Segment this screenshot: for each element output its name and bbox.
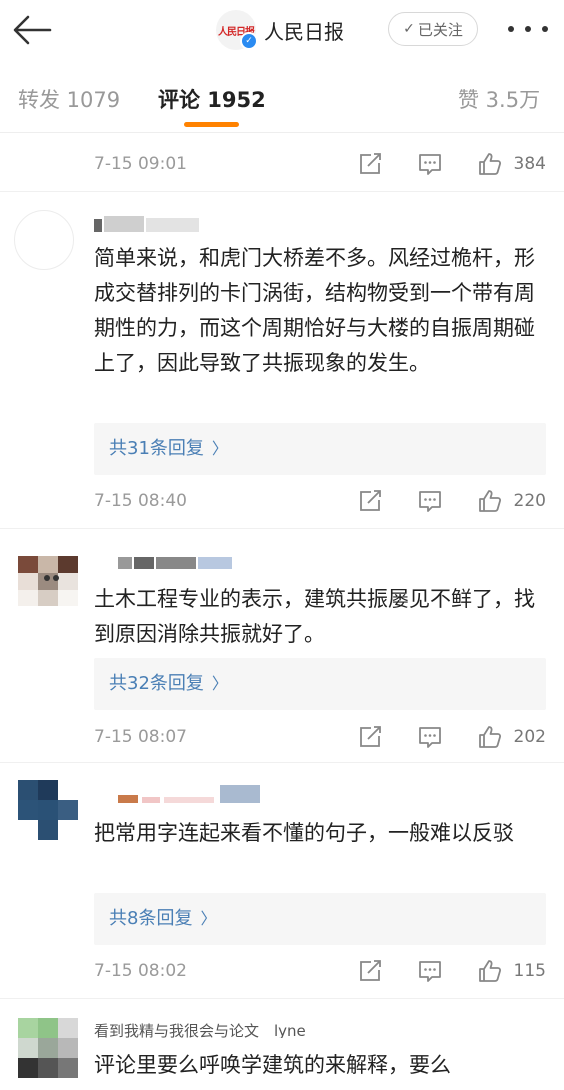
comment-text: 土木工程专业的表示，建筑共振屡见不鲜了，找到原因消除共振就好了。 (94, 587, 535, 646)
like-count: 115 (513, 961, 546, 981)
comment-icon[interactable] (417, 958, 443, 984)
share-icon[interactable] (357, 151, 383, 177)
divider (0, 762, 564, 763)
account-avatar[interactable]: 人民日报 ✓ (216, 10, 258, 50)
comment-icon[interactable] (417, 151, 443, 177)
top-bar: 人民日报 ✓ 人民日报 ✓ 已关注 (0, 0, 564, 60)
replies-label: 共8条回复 (109, 908, 193, 929)
tab-likes[interactable]: 赞 3.5万 (458, 84, 540, 114)
comment-time: 7-15 09:01 (94, 154, 187, 174)
comment-meta: 7-15 08:02 115 (94, 958, 546, 988)
comment-text: 简单来说，和虎门大桥差不多。风经过桅杆，形成交替排列的卡门涡街，结构物受到一个带… (94, 246, 535, 375)
follow-label: 已关注 (417, 20, 463, 39)
username-blurred[interactable] (94, 553, 234, 569)
avatar[interactable] (18, 780, 78, 840)
divider (0, 528, 564, 529)
chevron-right-icon: 〉 (200, 909, 217, 928)
like-icon[interactable] (477, 151, 503, 177)
tab-comments[interactable]: 评论 1952 (158, 84, 266, 114)
check-icon: ✓ (403, 21, 415, 37)
replies-label: 共32条回复 (109, 673, 204, 694)
comment-icon[interactable] (417, 724, 443, 750)
like-icon[interactable] (477, 724, 503, 750)
avatar[interactable] (14, 210, 74, 270)
avatar[interactable] (18, 1018, 78, 1078)
replies-button[interactable]: 共31条回复〉 (94, 423, 546, 475)
verified-badge-icon: ✓ (240, 32, 258, 50)
divider (0, 998, 564, 999)
comment-meta: 7-15 08:07 202 (94, 724, 546, 754)
like-count: 220 (513, 491, 546, 511)
follow-button[interactable]: ✓ 已关注 (388, 12, 478, 46)
back-arrow-icon[interactable] (10, 12, 54, 48)
comment-time: 7-15 08:02 (94, 961, 187, 981)
replies-label: 共31条回复 (109, 438, 204, 459)
share-icon[interactable] (357, 958, 383, 984)
comment-icon[interactable] (417, 488, 443, 514)
comment-time: 7-15 08:07 (94, 727, 187, 747)
username-blurred[interactable] (118, 785, 263, 805)
replies-button[interactable]: 共32条回复〉 (94, 658, 546, 710)
account-name[interactable]: 人民日报 (264, 16, 344, 45)
chevron-right-icon: 〉 (211, 674, 228, 693)
like-count: 202 (513, 727, 546, 747)
share-icon[interactable] (357, 724, 383, 750)
comment-time: 7-15 08:40 (94, 491, 187, 511)
username-partial[interactable]: 看到我精与我很会与论文__lyne (94, 1020, 384, 1038)
account-header[interactable]: 人民日报 ✓ 人民日报 (216, 10, 344, 50)
replies-button[interactable]: 共8条回复〉 (94, 893, 546, 945)
tab-reposts[interactable]: 转发 1079 (18, 84, 120, 114)
chevron-right-icon: 〉 (211, 439, 228, 458)
comment-meta: 7-15 09:01 384 (94, 151, 546, 181)
tab-bar: 转发 1079 评论 1952 赞 3.5万 (0, 70, 564, 133)
comment-meta: 7-15 08:40 220 (94, 488, 546, 518)
like-count: 384 (513, 154, 546, 174)
share-icon[interactable] (357, 488, 383, 514)
tab-active-indicator (184, 122, 239, 127)
like-icon[interactable] (477, 958, 503, 984)
comment-text: 把常用字连起来看不懂的句子，一般难以反驳 (94, 821, 514, 845)
comment-text: 评论里要么呼唤学建筑的来解释，要么 (94, 1053, 451, 1077)
more-dots-icon[interactable] (508, 18, 548, 40)
divider (0, 191, 564, 192)
username-blurred[interactable] (94, 216, 199, 232)
avatar[interactable] (18, 556, 78, 616)
like-icon[interactable] (477, 488, 503, 514)
